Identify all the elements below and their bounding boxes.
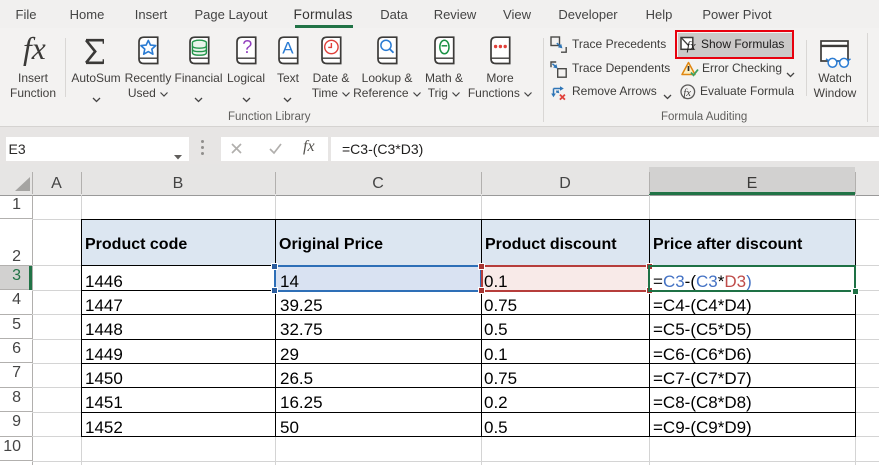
svg-text:fx: fx (687, 39, 696, 53)
svg-text:fx: fx (683, 88, 691, 99)
svg-text:?: ? (242, 37, 252, 57)
svg-text:A: A (282, 39, 294, 58)
